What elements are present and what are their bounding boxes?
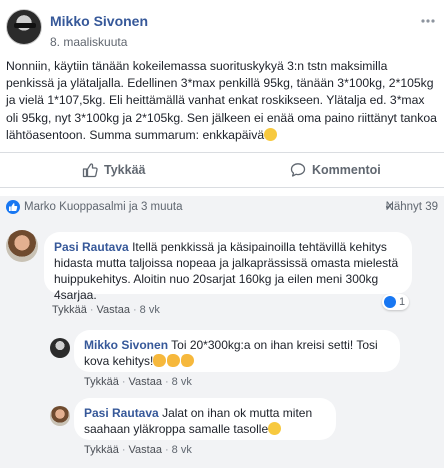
reply-like-link[interactable]: Tykkää bbox=[84, 376, 119, 388]
comments-section: Pasi Rautava Itellä penkkissä ja käsipai… bbox=[0, 218, 444, 468]
reply-meta: Tykkää · Vastaa · 8 vk bbox=[84, 376, 192, 388]
strong-arm-emoji-icon bbox=[167, 354, 181, 367]
laughing-emoji-icon bbox=[264, 127, 278, 141]
post-author-name[interactable]: Mikko Sivonen bbox=[50, 13, 148, 29]
author-avatar[interactable] bbox=[6, 9, 42, 45]
more-horizontal-icon[interactable] bbox=[420, 14, 436, 30]
like-reaction-icon bbox=[6, 200, 20, 214]
post-date[interactable]: 8. maaliskuuta bbox=[50, 35, 127, 49]
reply-time[interactable]: 8 vk bbox=[172, 444, 192, 456]
separator: · bbox=[121, 444, 126, 456]
reply-author[interactable]: Pasi Rautava bbox=[84, 406, 159, 420]
reply-reply-link[interactable]: Vastaa bbox=[129, 376, 162, 388]
post-text: Nonniin, käytiin tänään kokeilemassa suo… bbox=[6, 58, 438, 144]
reply-time[interactable]: 8 vk bbox=[172, 376, 192, 388]
reply-avatar[interactable] bbox=[50, 406, 70, 426]
commenter-avatar[interactable] bbox=[6, 230, 38, 262]
comment-like-link[interactable]: Tykkää bbox=[52, 304, 87, 316]
reaction-count-value: 1 bbox=[399, 296, 406, 308]
post-header: Mikko Sivonen 8. maaliskuuta bbox=[6, 6, 436, 50]
comment-button[interactable]: Kommentoi bbox=[290, 153, 381, 187]
thumbs-up-icon bbox=[82, 162, 98, 178]
post-actions-bar: Tykkää Kommentoi bbox=[0, 152, 444, 188]
reply-author[interactable]: Mikko Sivonen bbox=[84, 338, 168, 352]
like-reaction-icon bbox=[384, 296, 396, 308]
reactions-bar: Marko Kuoppasalmi ja 3 muuta ✔ Nähnyt 39 bbox=[0, 196, 444, 218]
flexed-biceps-emoji-icon bbox=[153, 354, 167, 367]
comment-bubble-icon bbox=[290, 162, 306, 178]
seen-count[interactable]: Nähnyt 39 bbox=[386, 201, 438, 213]
reply-like-link[interactable]: Tykkää bbox=[84, 444, 119, 456]
like-button-label: Tykkää bbox=[104, 163, 146, 177]
comment-reply-link[interactable]: Vastaa bbox=[97, 304, 130, 316]
comment-reaction-count[interactable]: 1 bbox=[382, 294, 410, 310]
separator: · bbox=[132, 304, 137, 316]
reply-meta: Tykkää · Vastaa · 8 vk bbox=[84, 444, 192, 456]
separator: · bbox=[89, 304, 94, 316]
comment-button-label: Kommentoi bbox=[312, 163, 381, 177]
reactors-link[interactable]: Marko Kuoppasalmi ja 3 muuta bbox=[24, 201, 183, 213]
thinking-emoji-icon bbox=[268, 422, 282, 435]
separator: · bbox=[121, 376, 126, 388]
reply-bubble: Pasi Rautava Jalat on ihan ok mutta mite… bbox=[74, 398, 336, 440]
muscle-emoji-icon bbox=[181, 354, 195, 367]
comment-bubble: Pasi Rautava Itellä penkkissä ja käsipai… bbox=[44, 232, 412, 302]
separator: · bbox=[164, 376, 169, 388]
separator: · bbox=[164, 444, 169, 456]
comment-meta: Tykkää · Vastaa · 8 vk bbox=[52, 304, 160, 316]
reply-reply-link[interactable]: Vastaa bbox=[129, 444, 162, 456]
comment-author[interactable]: Pasi Rautava bbox=[54, 240, 129, 254]
like-button[interactable]: Tykkää bbox=[82, 153, 145, 187]
post-body: Nonniin, käytiin tänään kokeilemassa suo… bbox=[6, 59, 437, 142]
reply-bubble: Mikko Sivonen Toi 20*300kg:a on ihan kre… bbox=[74, 330, 400, 372]
reply-avatar[interactable] bbox=[50, 338, 70, 358]
comment-time[interactable]: 8 vk bbox=[140, 304, 160, 316]
